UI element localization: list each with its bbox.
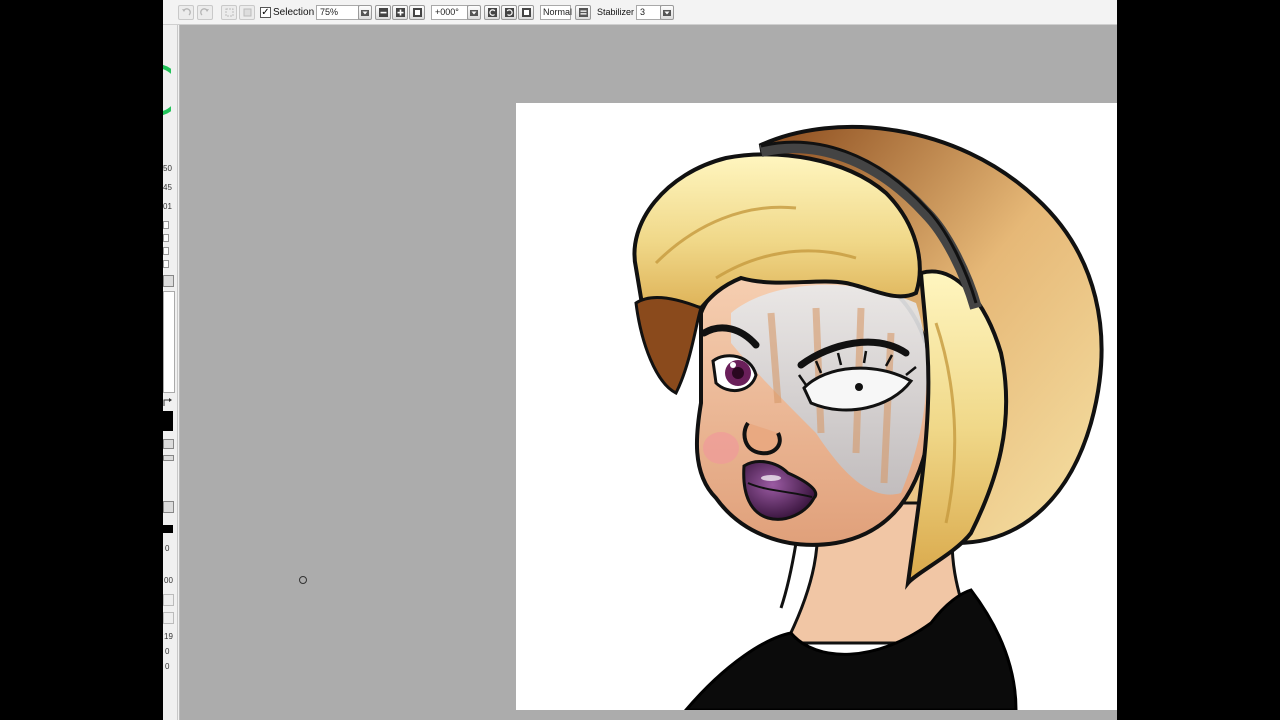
panel-readout: 0 [165, 662, 170, 671]
rotate-right-button[interactable] [501, 5, 517, 20]
panel-slider[interactable] [163, 455, 174, 461]
rotate-left-button[interactable] [484, 5, 500, 20]
blend-mode-button[interactable] [575, 5, 591, 20]
panel-mode-button[interactable] [163, 439, 174, 449]
panel-value-1: 50 [163, 164, 172, 173]
selection-label: Selection [273, 7, 315, 18]
redo-icon [200, 8, 209, 16]
deselect-icon [225, 8, 233, 17]
invert-selection-button[interactable] [239, 5, 255, 20]
panel-readout: 19 [164, 632, 173, 641]
zoom-reset-button[interactable] [409, 5, 425, 20]
panel-tool-button[interactable] [163, 275, 174, 287]
panel-checkbox[interactable] [163, 260, 169, 268]
square-icon [412, 8, 422, 17]
selection-checkbox[interactable]: ✓ [260, 7, 271, 18]
rotation-dropdown-button[interactable] [467, 5, 481, 20]
chevron-down-icon [470, 9, 478, 16]
panel-checkbox[interactable] [163, 247, 169, 255]
lines-icon [578, 8, 588, 17]
invert-selection-icon [243, 8, 251, 17]
panel-list[interactable] [163, 291, 175, 393]
rotation-reset-button[interactable] [518, 5, 534, 20]
drawing-canvas[interactable] [516, 103, 1117, 710]
plus-icon [395, 8, 405, 17]
panel-checkbox[interactable] [163, 221, 169, 229]
zoom-dropdown-button[interactable] [358, 5, 372, 20]
paint-app-window: ✓ Selection 75% +000° Normal Stabilizer … [163, 0, 1117, 720]
color-wheel-icon[interactable] [163, 63, 171, 118]
panel-dropdown[interactable] [163, 501, 174, 513]
panel-readout: 0 [165, 544, 170, 553]
left-tool-panel: 50 45 01 0 00 19 0 0 [163, 25, 178, 720]
panel-disabled-button[interactable] [163, 594, 174, 606]
rotate-right-icon [504, 8, 514, 17]
panel-checkbox[interactable] [163, 234, 169, 242]
deselect-button[interactable] [221, 5, 237, 20]
zoom-field[interactable]: 75% [316, 5, 359, 20]
stabilizer-label: Stabilizer [597, 7, 635, 17]
minus-icon [378, 8, 388, 17]
chevron-down-icon [663, 9, 671, 16]
zoom-out-button[interactable] [375, 5, 391, 20]
panel-disabled-button[interactable] [163, 612, 174, 624]
stabilizer-field[interactable]: 3 [636, 5, 661, 20]
brush-color-swatch[interactable] [163, 525, 173, 533]
zoom-in-button[interactable] [392, 5, 408, 20]
checkmark-icon: ✓ [261, 7, 270, 18]
redo-button[interactable] [197, 5, 213, 20]
panel-readout: 00 [164, 576, 173, 585]
blend-mode-field[interactable]: Normal [540, 5, 572, 20]
undo-icon [182, 8, 191, 16]
square-icon [521, 8, 531, 17]
foreground-color-swatch[interactable] [163, 411, 173, 431]
panel-value-2: 45 [163, 183, 172, 192]
toolbar: ✓ Selection 75% +000° Normal Stabilizer … [163, 0, 1117, 25]
rotate-left-icon [487, 8, 497, 17]
panel-readout: 0 [165, 647, 170, 656]
stabilizer-dropdown-button[interactable] [660, 5, 674, 20]
girl-portrait-illustration [632, 124, 1104, 710]
rotation-field[interactable]: +000° [431, 5, 468, 20]
chevron-down-icon [361, 9, 369, 16]
brush-cursor-icon [299, 576, 307, 584]
undo-button[interactable] [178, 5, 194, 20]
canvas-workspace[interactable] [179, 25, 1117, 720]
panel-value-3: 01 [163, 202, 172, 211]
swap-colors-icon[interactable] [163, 398, 173, 408]
